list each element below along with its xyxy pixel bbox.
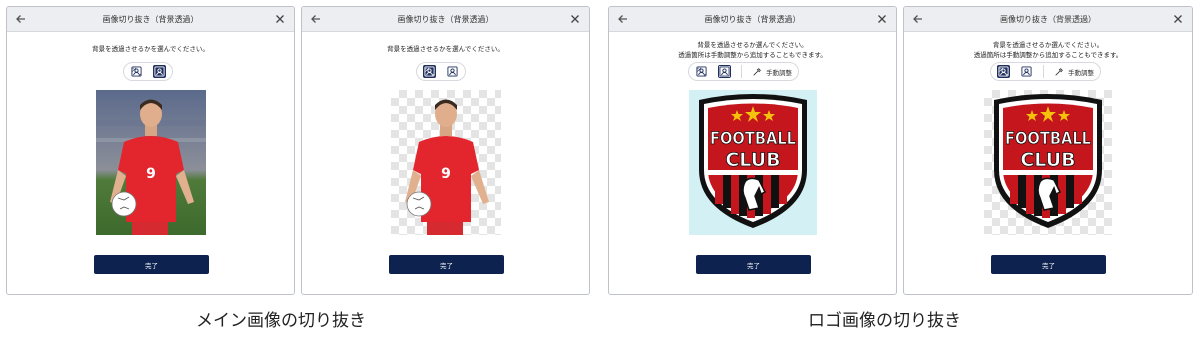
original-image-icon[interactable] [1020,65,1033,78]
logo-image-original: FOOTBALL CLUB [689,90,817,235]
dialog-titlebar: 画像切り抜き（背景透過） [302,7,589,32]
player-image-original: 9 [96,90,206,235]
transparent-bg-icon[interactable] [130,65,143,78]
manual-adjust-label: 手動調整 [1068,68,1094,77]
mode-toggle [123,62,173,81]
dialog-title: 画像切り抜き（背景透過） [102,14,199,24]
dialog-titlebar: 画像切り抜き（背景透過） [7,7,294,32]
caption-main-image: メイン画像の切り抜き [196,311,366,331]
toggle-divider [741,65,742,78]
jersey-number: 9 [441,166,451,182]
back-arrow-icon[interactable] [310,13,322,25]
instruction-line: 背景を透過させるかを選んでください。 [92,45,209,53]
done-button[interactable]: 完了 [696,255,811,274]
instruction-line: 透過箇所は手動調整から追加することもできます。 [678,51,827,59]
transparent-bg-icon[interactable] [423,65,436,78]
instruction-line: 透過箇所は手動調整から追加することもできます。 [973,51,1123,59]
instruction-text: 背景を透過させるか選んでください。 透過箇所は手動調整から追加することもできます… [609,40,896,60]
mode-toggle: 手動調整 [688,62,799,81]
close-icon[interactable] [569,13,581,25]
logo-text-line2: CLUB [1020,149,1075,171]
original-image-icon[interactable] [446,65,459,78]
logo-text-line1: FOOTBALL [1005,129,1091,149]
instruction-text: 背景を透過させるかを選んでください。 [302,44,589,54]
instruction-text: 背景を透過させるかを選んでください。 [7,44,294,54]
toggle-divider [1043,65,1044,78]
manual-adjust-button[interactable]: 手動調整 [1054,67,1094,77]
done-button[interactable]: 完了 [94,255,209,274]
back-arrow-icon[interactable] [15,13,27,25]
logo-text-line2: CLUB [725,149,780,171]
crop-dialog-1: 画像切り抜き（背景透過） 背景を透過させるかを選んでください。 9 完了 [6,6,295,295]
done-button[interactable]: 完了 [991,255,1106,274]
dialog-title: 画像切り抜き（背景透過） [704,14,801,24]
crop-dialog-4: 画像切り抜き（背景透過） 背景を透過させるか選んでください。 透過箇所は手動調整… [903,6,1193,295]
transparent-bg-icon[interactable] [997,65,1010,78]
done-button[interactable]: 完了 [389,255,504,274]
dialog-titlebar: 画像切り抜き（背景透過） [904,7,1192,32]
instruction-line: 背景を透過させるか選んでください。 [697,41,808,49]
eyedropper-icon [752,67,762,77]
back-arrow-icon[interactable] [912,13,924,25]
instruction-line: 背景を透過させるかを選んでください。 [387,45,504,53]
manual-adjust-label: 手動調整 [766,68,792,77]
mode-toggle [416,62,466,81]
close-icon[interactable] [876,13,888,25]
close-icon[interactable] [1172,13,1184,25]
original-image-icon[interactable] [718,65,731,78]
logo-image-transparent: FOOTBALL CLUB [984,90,1112,235]
transparent-bg-icon[interactable] [695,65,708,78]
jersey-number: 9 [146,166,156,182]
eyedropper-icon [1054,67,1064,77]
close-icon[interactable] [274,13,286,25]
caption-logo-image: ロゴ画像の切り抜き [808,311,961,331]
back-arrow-icon[interactable] [617,13,629,25]
manual-adjust-button[interactable]: 手動調整 [752,67,792,77]
instruction-line: 背景を透過させるか選んでください。 [992,41,1104,49]
mode-toggle: 手動調整 [990,62,1101,81]
dialog-title: 画像切り抜き（背景透過） [1000,14,1096,24]
crop-dialog-2: 画像切り抜き（背景透過） 背景を透過させるかを選んでください。 9 完了 [301,6,590,295]
dialog-titlebar: 画像切り抜き（背景透過） [609,7,896,32]
dialog-title: 画像切り抜き（背景透過） [397,14,494,24]
player-image-transparent: 9 [391,90,501,235]
logo-text-line1: FOOTBALL [710,129,796,149]
crop-dialog-3: 画像切り抜き（背景透過） 背景を透過させるか選んでください。 透過箇所は手動調整… [608,6,897,295]
original-image-icon[interactable] [153,65,166,78]
instruction-text: 背景を透過させるか選んでください。 透過箇所は手動調整から追加することもできます… [904,40,1192,60]
